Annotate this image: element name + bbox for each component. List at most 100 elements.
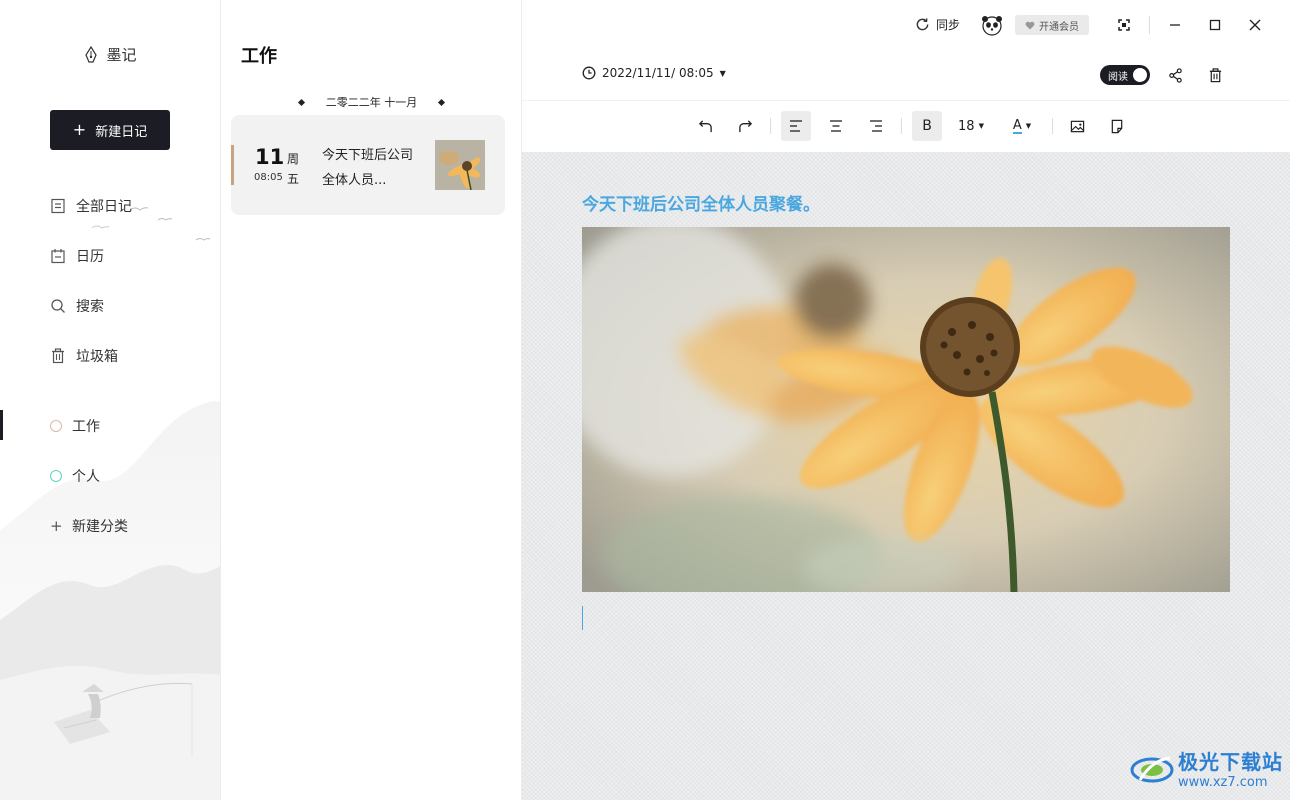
- diamond-icon: [438, 98, 446, 106]
- search-icon: [51, 299, 65, 313]
- category-color-dot: [50, 420, 62, 432]
- nav-all-diaries[interactable]: 全部日记: [50, 196, 132, 216]
- watermark-logo-icon: [1130, 756, 1174, 783]
- bold-label: B: [922, 118, 932, 134]
- editor-pane: 同步 开通会员 2022/11/11/ 08:05 ▼ 阅读 B 18 ▼ A …: [522, 0, 1290, 800]
- list-title: 工作: [241, 46, 277, 67]
- title-divider: [1149, 16, 1150, 34]
- insert-image-button[interactable]: [1062, 111, 1092, 141]
- undo-icon: [698, 119, 712, 132]
- fullscreen-button[interactable]: [1113, 14, 1135, 36]
- entry-time: 08:05: [254, 172, 283, 183]
- caret-down-icon: ▼: [978, 122, 984, 130]
- entry-headline[interactable]: 今天下班后公司全体人员聚餐。: [582, 190, 820, 215]
- toolbar-separator: [522, 100, 1290, 101]
- align-right-button[interactable]: [861, 111, 891, 141]
- vip-button[interactable]: 开通会员: [1015, 15, 1089, 35]
- nav-label: 垃圾箱: [76, 349, 118, 365]
- caret-down-icon: ▼: [719, 68, 726, 78]
- sync-icon: [916, 18, 929, 31]
- undo-button[interactable]: [690, 111, 720, 141]
- app-window: 墨记 + 新建日记 全部日记 日历 搜索 垃圾箱 工作 个人 + 新建分类 工作…: [0, 0, 1290, 800]
- diamond-icon: [297, 98, 305, 106]
- sync-label: 同步: [936, 18, 961, 32]
- pen-nib-icon: [85, 45, 98, 63]
- fisherman-illustration: [54, 682, 193, 758]
- new-category-label: 新建分类: [72, 519, 128, 535]
- trash-icon: [52, 348, 64, 364]
- trash-icon: [1209, 67, 1221, 82]
- note-icon: [1111, 119, 1123, 133]
- plus-icon: +: [50, 517, 63, 535]
- new-diary-label: 新建日记: [95, 124, 148, 140]
- caret-down-icon: ▼: [1025, 122, 1032, 130]
- bold-button[interactable]: B: [912, 111, 942, 141]
- category-color-dot: [50, 470, 62, 482]
- entry-date-selector[interactable]: 2022/11/11/ 08:05 ▼: [582, 66, 726, 80]
- minimize-icon: [1170, 24, 1180, 26]
- category-personal[interactable]: 个人: [50, 466, 100, 486]
- new-diary-button[interactable]: + 新建日记: [50, 110, 170, 150]
- flower-photo[interactable]: [582, 227, 1230, 592]
- close-button[interactable]: [1244, 14, 1266, 36]
- category-label: 工作: [72, 419, 100, 435]
- heart-icon: [1025, 21, 1035, 29]
- align-center-button[interactable]: [821, 111, 851, 141]
- site-watermark: 极光下载站 www.xz7.com: [1130, 746, 1283, 790]
- font-size-dropdown[interactable]: 18 ▼: [952, 111, 990, 141]
- month-label: 二零二二年 十一月: [325, 96, 418, 109]
- nav-calendar[interactable]: 日历: [50, 246, 104, 266]
- font-color-label: A: [1012, 117, 1022, 134]
- diary-entry-card[interactable]: 11 周 08:05 五 今天下班后公司全体人员...: [231, 115, 505, 215]
- delete-button[interactable]: [1205, 65, 1225, 85]
- redo-button[interactable]: [730, 111, 760, 141]
- toolbar-divider: [1052, 118, 1053, 134]
- share-icon: [1168, 67, 1182, 83]
- maximize-button[interactable]: [1204, 14, 1226, 36]
- document-icon: [51, 198, 65, 214]
- clock-icon: [582, 66, 596, 80]
- new-category-button[interactable]: + 新建分类: [50, 516, 128, 536]
- calendar-icon: [51, 249, 65, 264]
- read-mode-label: 阅读: [1108, 71, 1128, 83]
- month-header: 二零二二年 十一月: [221, 94, 522, 110]
- toolbar-divider: [901, 118, 902, 134]
- editor-content-area[interactable]: 今天下班后公司全体人员聚餐。 极光下载站 www.xz7.com: [522, 152, 1290, 800]
- sync-button[interactable]: 同步: [915, 16, 960, 33]
- entry-preview: 今天下班后公司全体人员...: [322, 148, 414, 188]
- align-center-icon: [830, 120, 842, 132]
- entry-weekday-2: 五: [287, 172, 300, 186]
- minimize-button[interactable]: [1164, 14, 1186, 36]
- app-name: 墨记: [106, 46, 137, 64]
- insert-note-button[interactable]: [1102, 111, 1132, 141]
- read-mode-toggle[interactable]: 阅读: [1100, 65, 1150, 85]
- align-left-button[interactable]: [781, 111, 811, 141]
- watermark-url: www.xz7.com: [1178, 775, 1268, 790]
- category-work[interactable]: 工作: [50, 416, 100, 436]
- toggle-knob: [1133, 68, 1147, 82]
- share-button[interactable]: [1165, 65, 1185, 85]
- watermark-brand: 极光下载站: [1178, 750, 1283, 774]
- sidebar: 墨记 + 新建日记 全部日记 日历 搜索 垃圾箱 工作 个人 + 新建分类: [0, 0, 221, 800]
- panda-avatar-icon[interactable]: [981, 14, 1003, 36]
- nav-label: 日历: [76, 249, 104, 265]
- nav-trash[interactable]: 垃圾箱: [50, 346, 118, 366]
- nav-label: 全部日记: [76, 199, 132, 215]
- maximize-icon: [1209, 19, 1221, 31]
- close-icon: [1249, 19, 1261, 31]
- redo-icon: [738, 119, 752, 132]
- entry-date: 2022/11/11/ 08:05: [602, 66, 714, 80]
- category-label: 个人: [72, 469, 100, 485]
- nav-search[interactable]: 搜索: [50, 296, 104, 316]
- entry-day: 11: [255, 145, 285, 169]
- active-category-indicator: [0, 410, 3, 440]
- nav-label: 搜索: [76, 299, 104, 315]
- image-icon: [1070, 120, 1084, 132]
- fullscreen-icon: [1118, 19, 1130, 31]
- font-size-value: 18: [958, 118, 975, 134]
- text-cursor: [582, 606, 583, 630]
- entry-accent-bar: [231, 145, 234, 185]
- plus-icon: +: [72, 120, 87, 139]
- font-color-dropdown[interactable]: A ▼: [1005, 111, 1039, 141]
- app-logo: 墨记: [0, 44, 220, 65]
